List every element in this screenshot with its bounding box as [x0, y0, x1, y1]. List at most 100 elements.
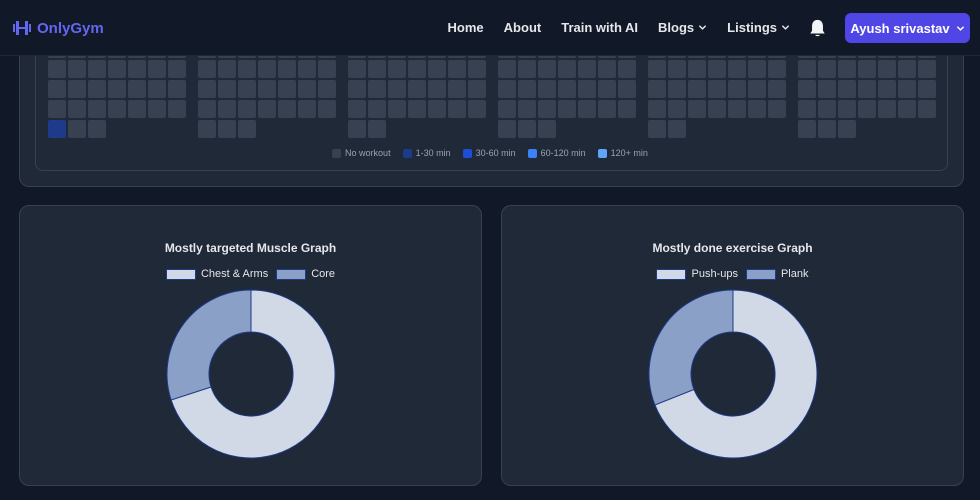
heatmap-day-cell[interactable]	[218, 80, 236, 98]
heatmap-day-cell[interactable]	[88, 60, 106, 78]
heatmap-day-cell[interactable]	[348, 80, 366, 98]
heatmap-day-cell[interactable]	[88, 120, 106, 138]
legend-item[interactable]: Push-ups	[656, 268, 738, 280]
heatmap-day-cell[interactable]	[648, 60, 666, 78]
heatmap-day-cell[interactable]	[258, 80, 276, 98]
heatmap-day-cell[interactable]	[598, 60, 616, 78]
heatmap-day-cell[interactable]	[218, 120, 236, 138]
heatmap-day-cell[interactable]	[198, 80, 216, 98]
heatmap-day-cell[interactable]	[238, 100, 256, 118]
heatmap-day-cell[interactable]	[218, 100, 236, 118]
heatmap-day-cell[interactable]	[408, 60, 426, 78]
heatmap-day-cell[interactable]	[618, 80, 636, 98]
heatmap-day-cell[interactable]	[708, 80, 726, 98]
heatmap-day-cell[interactable]	[498, 100, 516, 118]
heatmap-day-cell[interactable]	[148, 80, 166, 98]
heatmap-day-cell[interactable]	[768, 80, 786, 98]
heatmap-day-cell[interactable]	[318, 60, 336, 78]
heatmap-day-cell[interactable]	[218, 60, 236, 78]
heatmap-day-cell[interactable]	[818, 100, 836, 118]
heatmap-day-cell[interactable]	[428, 80, 446, 98]
heatmap-day-cell[interactable]	[728, 80, 746, 98]
heatmap-day-cell[interactable]	[108, 80, 126, 98]
heatmap-day-cell[interactable]	[108, 100, 126, 118]
heatmap-day-cell[interactable]	[128, 60, 146, 78]
heatmap-day-cell[interactable]	[768, 100, 786, 118]
heatmap-day-cell[interactable]	[728, 100, 746, 118]
heatmap-day-cell[interactable]	[278, 80, 296, 98]
heatmap-day-cell[interactable]	[348, 60, 366, 78]
nav-link-blogs[interactable]: Blogs	[658, 20, 707, 35]
nav-link-about[interactable]: About	[504, 20, 542, 35]
heatmap-day-cell[interactable]	[518, 60, 536, 78]
heatmap-day-cell[interactable]	[578, 100, 596, 118]
heatmap-day-cell[interactable]	[858, 60, 876, 78]
heatmap-day-cell[interactable]	[388, 80, 406, 98]
heatmap-day-cell[interactable]	[578, 80, 596, 98]
heatmap-day-cell[interactable]	[558, 100, 576, 118]
heatmap-day-cell[interactable]	[668, 100, 686, 118]
heatmap-day-cell[interactable]	[498, 120, 516, 138]
heatmap-day-cell[interactable]	[918, 80, 936, 98]
legend-item[interactable]: Core	[276, 268, 335, 280]
heatmap-day-cell[interactable]	[918, 60, 936, 78]
heatmap-day-cell[interactable]	[708, 100, 726, 118]
heatmap-day-cell[interactable]	[878, 100, 896, 118]
heatmap-day-cell[interactable]	[408, 80, 426, 98]
heatmap-day-cell[interactable]	[108, 60, 126, 78]
heatmap-day-cell[interactable]	[298, 100, 316, 118]
heatmap-day-cell[interactable]	[168, 60, 186, 78]
legend-item[interactable]: Plank	[745, 268, 809, 280]
heatmap-day-cell[interactable]	[468, 80, 486, 98]
heatmap-day-cell[interactable]	[348, 100, 366, 118]
heatmap-day-cell[interactable]	[558, 80, 576, 98]
heatmap-day-cell[interactable]	[148, 100, 166, 118]
heatmap-day-cell[interactable]	[258, 60, 276, 78]
heatmap-day-cell[interactable]	[298, 80, 316, 98]
heatmap-day-cell[interactable]	[238, 120, 256, 138]
heatmap-day-cell[interactable]	[518, 80, 536, 98]
heatmap-day-cell[interactable]	[128, 100, 146, 118]
nav-link-train-with-ai[interactable]: Train with AI	[561, 20, 638, 35]
heatmap-day-cell[interactable]	[518, 100, 536, 118]
heatmap-day-cell[interactable]	[748, 60, 766, 78]
heatmap-day-cell[interactable]	[238, 60, 256, 78]
heatmap-day-cell[interactable]	[598, 80, 616, 98]
heatmap-day-cell[interactable]	[918, 100, 936, 118]
heatmap-day-cell[interactable]	[198, 60, 216, 78]
heatmap-day-cell[interactable]	[48, 120, 66, 138]
heatmap-day-cell[interactable]	[88, 100, 106, 118]
heatmap-day-cell[interactable]	[668, 60, 686, 78]
heatmap-day-cell[interactable]	[448, 80, 466, 98]
brand-logo[interactable]: OnlyGym	[12, 18, 104, 38]
heatmap-day-cell[interactable]	[708, 60, 726, 78]
heatmap-day-cell[interactable]	[128, 80, 146, 98]
heatmap-day-cell[interactable]	[858, 100, 876, 118]
heatmap-day-cell[interactable]	[368, 120, 386, 138]
heatmap-day-cell[interactable]	[838, 120, 856, 138]
heatmap-day-cell[interactable]	[668, 120, 686, 138]
heatmap-day-cell[interactable]	[688, 80, 706, 98]
heatmap-day-cell[interactable]	[748, 80, 766, 98]
heatmap-day-cell[interactable]	[618, 60, 636, 78]
heatmap-day-cell[interactable]	[468, 60, 486, 78]
heatmap-day-cell[interactable]	[148, 60, 166, 78]
heatmap-day-cell[interactable]	[368, 80, 386, 98]
heatmap-day-cell[interactable]	[468, 100, 486, 118]
heatmap-day-cell[interactable]	[48, 60, 66, 78]
heatmap-day-cell[interactable]	[578, 60, 596, 78]
heatmap-day-cell[interactable]	[168, 80, 186, 98]
heatmap-day-cell[interactable]	[748, 100, 766, 118]
bell-icon[interactable]	[808, 18, 827, 38]
heatmap-day-cell[interactable]	[618, 100, 636, 118]
heatmap-day-cell[interactable]	[88, 80, 106, 98]
heatmap-day-cell[interactable]	[818, 80, 836, 98]
heatmap-day-cell[interactable]	[838, 100, 856, 118]
heatmap-day-cell[interactable]	[648, 80, 666, 98]
heatmap-day-cell[interactable]	[68, 120, 86, 138]
heatmap-day-cell[interactable]	[598, 100, 616, 118]
user-menu-button[interactable]: Ayush srivastav	[845, 13, 970, 43]
heatmap-day-cell[interactable]	[518, 120, 536, 138]
heatmap-day-cell[interactable]	[818, 60, 836, 78]
heatmap-day-cell[interactable]	[258, 100, 276, 118]
